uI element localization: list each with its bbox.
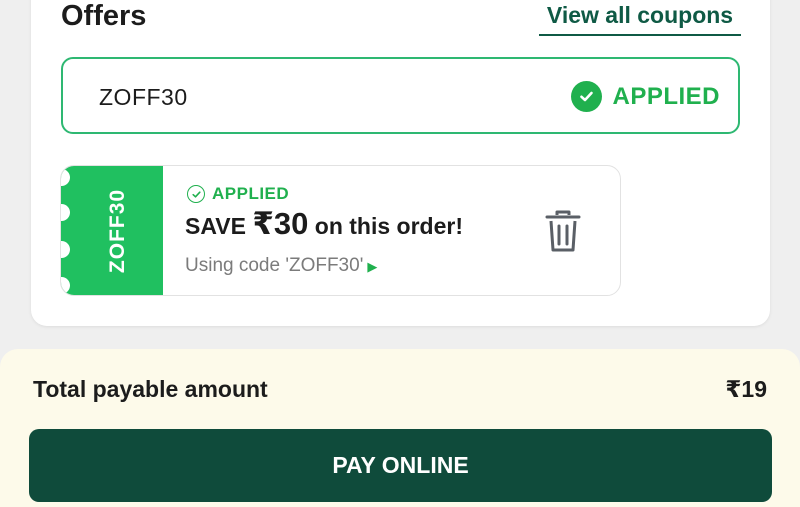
check-circle-icon bbox=[571, 81, 603, 112]
ticket-notch bbox=[61, 204, 70, 221]
check-circle-outline-icon bbox=[187, 185, 205, 203]
trash-icon[interactable] bbox=[544, 209, 582, 253]
ticket-notch bbox=[61, 277, 70, 294]
savings-message: SAVE ₹30 on this order! bbox=[185, 206, 463, 242]
coupon-stub-label: ZOFF30 bbox=[106, 188, 129, 274]
savings-amount: ₹30 bbox=[252, 206, 309, 241]
total-payable-label: Total payable amount bbox=[33, 376, 268, 402]
applied-label: APPLIED bbox=[612, 82, 720, 110]
coupon-code-value: ZOFF30 bbox=[99, 84, 188, 110]
savings-suffix: on this order! bbox=[314, 213, 464, 239]
coupon-code-field[interactable]: ZOFF30 APPLIED bbox=[61, 57, 740, 134]
coupon-applied-status: APPLIED bbox=[187, 184, 289, 204]
payment-footer: Total payable amount ₹19 PAY ONLINE bbox=[0, 349, 800, 507]
ticket-notch bbox=[61, 241, 70, 258]
pay-online-button[interactable]: PAY ONLINE bbox=[29, 429, 772, 502]
coupon-code-detail[interactable]: Using code 'ZOFF30' ▶ bbox=[185, 255, 377, 277]
coupon-applied-label: APPLIED bbox=[212, 184, 290, 203]
coupon-code-text: Using code 'ZOFF30' bbox=[185, 255, 364, 276]
total-payable-amount: ₹19 bbox=[725, 376, 767, 402]
applied-coupon-card: ZOFF30 APPLIED SAVE ₹30 on this order! U… bbox=[60, 165, 621, 296]
play-arrow-icon: ▶ bbox=[367, 259, 378, 274]
offers-title: Offers bbox=[61, 0, 147, 32]
ticket-notch bbox=[61, 169, 70, 186]
savings-prefix: SAVE bbox=[185, 213, 246, 239]
applied-status: APPLIED bbox=[571, 81, 720, 112]
view-all-coupons-link[interactable]: View all coupons bbox=[539, 2, 741, 36]
coupon-stub: ZOFF30 bbox=[61, 166, 163, 295]
